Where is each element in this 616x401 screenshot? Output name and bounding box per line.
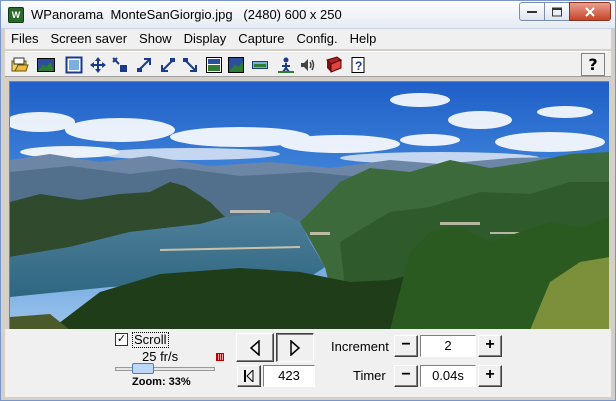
frame-button[interactable] [63,54,85,76]
film-icon[interactable] [216,353,224,361]
scroll-left-button[interactable] [236,333,274,362]
menu-files[interactable]: Files [5,30,44,48]
increment-minus-button[interactable]: − [394,335,418,357]
help-page-button[interactable]: ? [347,54,369,76]
skip-start-icon [244,370,254,382]
close-icon [585,6,595,17]
scroll-checkbox[interactable]: ✓ [115,333,128,346]
app-icon[interactable]: W [8,7,24,23]
increment-field[interactable]: 2 [420,335,476,357]
increment-plus-button[interactable]: + [478,335,502,357]
image-window-icon [228,57,244,73]
minimize-button[interactable] [519,2,545,21]
help-page-icon: ? [351,57,365,73]
frame-icon [65,56,83,74]
menu-config[interactable]: Config. [290,30,343,48]
book-button[interactable] [323,54,345,76]
person-icon [278,57,294,73]
svg-text:?: ? [355,59,362,73]
go-start-button[interactable] [237,365,261,387]
open-folder-icon [11,57,29,72]
menu-show[interactable]: Show [133,30,178,48]
strip-button[interactable] [249,54,271,76]
app-window: W WPanorama MonteSanGiorgio.jpg (2480) 6… [0,0,616,401]
panorama-view[interactable] [9,81,609,329]
landscape-icon [37,58,55,72]
image-button[interactable] [35,54,57,76]
shrink-icon [112,57,127,72]
scroll-label[interactable]: Scroll [132,332,169,348]
expand-up-button[interactable] [133,54,155,76]
maximize-button[interactable] [544,2,570,21]
fit-window-button[interactable] [203,54,225,76]
close-button[interactable] [569,2,611,21]
position-field[interactable]: 423 [263,365,315,387]
scroll-right-button[interactable] [276,333,314,362]
menu-capture[interactable]: Capture [232,30,290,48]
toolbar: ? ? [5,51,611,77]
open-button[interactable] [9,54,31,76]
help-button[interactable]: ? [581,53,605,76]
panorama-image [10,82,609,329]
window-title: WPanorama MonteSanGiorgio.jpg (2480) 600… [31,7,342,22]
speed-readout: 25 fr/s [142,349,179,364]
zoom-slider-thumb[interactable] [132,363,154,374]
sound-button[interactable] [297,54,319,76]
controls-panel: ✓ Scroll 25 fr/s Zoom: 33% 423 Increment… [5,329,611,397]
image-window-button[interactable] [225,54,247,76]
arrow-down-right-icon [183,58,197,72]
zoom-slider-track[interactable] [115,367,215,371]
expand-up-icon [137,58,151,72]
triangle-right-icon [290,339,300,356]
down-right-button[interactable] [179,54,201,76]
sound-icon [301,59,315,71]
menu-screen-saver[interactable]: Screen saver [44,30,133,48]
down-left-button[interactable] [157,54,179,76]
zoom-readout: Zoom: 33% [132,376,191,388]
person-button[interactable] [275,54,297,76]
increment-label: Increment [331,339,389,354]
move-icon [90,57,106,73]
menu-help[interactable]: Help [344,30,383,48]
arrow-down-left-icon [161,58,175,72]
menu-bar: Files Screen saver Show Display Capture … [5,29,611,49]
triangle-left-icon [250,339,260,356]
timer-field[interactable]: 0.04s [420,365,476,387]
minimize-icon [527,10,537,13]
move-button[interactable] [87,54,109,76]
fit-window-icon [206,57,222,73]
timer-minus-button[interactable]: − [394,365,418,387]
timer-label: Timer [353,368,386,383]
title-bar[interactable]: W WPanorama MonteSanGiorgio.jpg (2480) 6… [1,1,615,29]
maximize-icon [552,7,562,16]
menu-display[interactable]: Display [178,30,233,48]
timer-plus-button[interactable]: + [478,365,502,387]
shrink-button[interactable] [109,54,131,76]
book-icon [326,56,343,73]
strip-icon [252,61,268,69]
